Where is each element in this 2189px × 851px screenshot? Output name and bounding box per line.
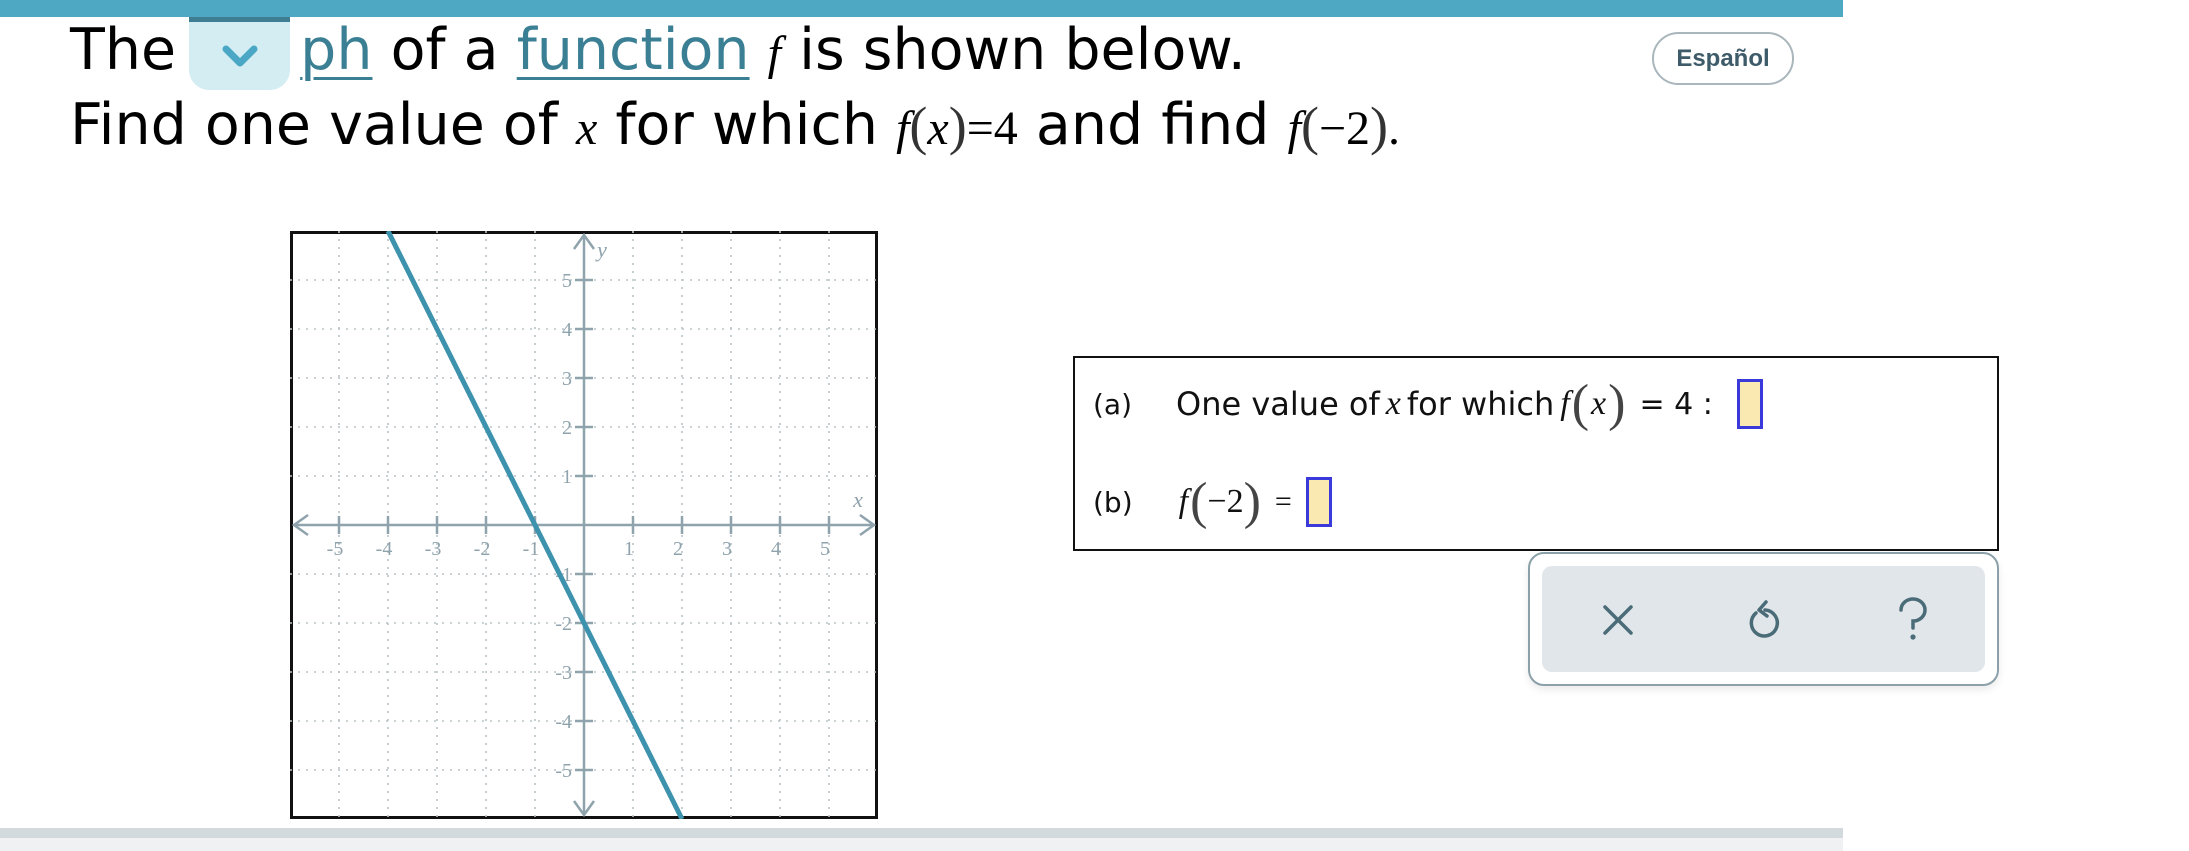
- x-tick-label: -2: [474, 538, 491, 560]
- x-tick-label: -5: [327, 538, 344, 560]
- text-for-which: for which: [615, 92, 878, 158]
- math-f: f: [767, 27, 782, 80]
- part-a-arg: x: [1591, 385, 1607, 422]
- footer-bar: [0, 828, 1843, 838]
- x-tick-label: -3: [425, 538, 442, 560]
- x-tick-label: -1: [523, 538, 540, 560]
- y-tick-label: -3: [555, 662, 572, 684]
- graph-link[interactable]: ph: [300, 17, 372, 83]
- undo-icon: [1749, 600, 1780, 638]
- y-tick-label: -4: [555, 711, 572, 733]
- close-icon: [1603, 605, 1633, 635]
- function-link[interactable]: function: [517, 17, 750, 83]
- x-tick-label: 4: [771, 538, 781, 560]
- y-tick-label: 4: [562, 319, 572, 341]
- y-tick-label: 1: [562, 466, 572, 488]
- answer-b-input[interactable]: [1305, 477, 1332, 527]
- x-tick-label: 1: [624, 538, 634, 560]
- part-b-equals: =: [1274, 485, 1292, 518]
- text-and-find: and find: [1035, 92, 1270, 158]
- text-of-a: of a: [390, 17, 499, 83]
- math-fx-equals-4: f(x)=4: [896, 96, 1018, 156]
- text-find-one-value: Find one value of: [70, 92, 558, 158]
- help-button[interactable]: [1887, 594, 1939, 646]
- part-a-f: f: [1560, 385, 1570, 422]
- part-b-label: (b): [1093, 485, 1133, 519]
- x-tick-label: -4: [376, 538, 393, 560]
- y-tick-label: 5: [562, 270, 572, 292]
- espanol-language-button[interactable]: Español: [1652, 32, 1794, 85]
- x-tick-label: 3: [722, 538, 732, 560]
- undo-button[interactable]: [1739, 594, 1791, 646]
- part-a-text: One value of: [1176, 385, 1380, 423]
- y-tick-label: -5: [555, 760, 572, 782]
- clear-button[interactable]: [1592, 594, 1644, 646]
- text-the: The: [70, 17, 177, 83]
- math-f-minus-2: f(−2).: [1287, 96, 1400, 156]
- part-a-var-x: x: [1385, 385, 1401, 422]
- part-a-label: (a): [1093, 387, 1133, 421]
- part-b-arg: −2: [1207, 483, 1244, 520]
- part-b-f: f: [1178, 483, 1189, 520]
- answer-row-a: (a) One value of x for which f(x) = 4 :: [1093, 378, 1763, 430]
- answer-panel: (a) One value of x for which f(x) = 4 : …: [1073, 356, 1999, 551]
- part-a-text2: for which: [1406, 385, 1555, 423]
- x-tick-label: 2: [673, 538, 683, 560]
- text-shown-below: is shown below.: [799, 17, 1246, 83]
- footer-strip: [0, 838, 1843, 851]
- y-tick-label: 3: [562, 368, 572, 390]
- toolbar-panel: [1542, 566, 1985, 672]
- question-line-2: Find one value of x for which f(x)=4 and…: [70, 97, 1400, 154]
- answer-a-input[interactable]: [1736, 379, 1763, 429]
- answer-toolbar: [1528, 552, 1999, 686]
- x-tick-label: 5: [820, 538, 830, 560]
- x-axis-label: x: [852, 487, 863, 512]
- answer-row-b: (b) f(−2) =: [1093, 476, 1332, 528]
- y-tick-label: -2: [555, 613, 572, 635]
- function-graph: -5 -4 -3 -2 -1 1 2 3 4 5 -5 -4 -3 -2 -1 1 2 3 4 5 x y: [290, 231, 878, 819]
- y-axis-label: y: [595, 237, 607, 262]
- graph-svg: -5 -4 -3 -2 -1 1 2 3 4 5-5-4-3-2-112345xy: [290, 231, 878, 819]
- top-accent-bar: [0, 0, 1843, 17]
- math-x: x: [575, 102, 598, 155]
- help-icon: [1899, 597, 1927, 640]
- part-a-equals: = 4 :: [1639, 386, 1713, 422]
- y-tick-label: 2: [562, 417, 572, 439]
- collapse-dropdown-button[interactable]: [189, 17, 290, 90]
- chevron-down-icon: [222, 45, 257, 67]
